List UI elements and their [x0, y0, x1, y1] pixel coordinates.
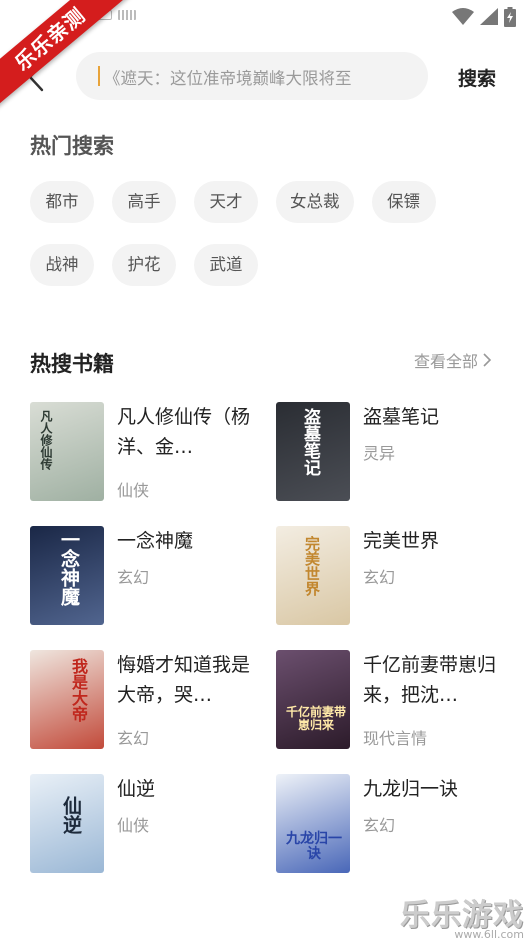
book-item[interactable]: 凡人修仙传 凡人修仙传（杨洋、金… 仙侠: [30, 402, 276, 501]
text-caret: [98, 66, 100, 86]
tag-wudao[interactable]: 武道: [194, 244, 258, 286]
book-cover: 凡人修仙传: [30, 402, 104, 501]
book-item[interactable]: 九龙归一诀 九龙归一诀 玄幻: [276, 774, 510, 873]
book-cover: 仙逆: [30, 774, 104, 873]
book-genre: 仙侠: [117, 481, 150, 500]
book-title: 九龙归一诀: [363, 778, 459, 800]
book-genre: 玄幻: [363, 816, 396, 835]
book-item[interactable]: 盗墓笔记 盗墓笔记灵异: [276, 402, 510, 501]
book-cover: 一念神魔: [30, 526, 104, 625]
book-item[interactable]: 我是大帝 悔婚才知道我是大帝，哭… 玄幻: [30, 650, 276, 749]
tag-tiancai[interactable]: 天才: [194, 181, 258, 223]
book-cover: 千亿前妻带崽归来: [276, 650, 350, 749]
search-header: 《遮天：这位准帝境巅峰大限将至 搜索: [0, 50, 528, 104]
book-item[interactable]: 一念神魔 一念神魔玄幻: [30, 526, 276, 625]
tag-baobiao[interactable]: 保镖: [371, 181, 436, 223]
book-title: 悔婚才知道我是大帝，哭…: [117, 654, 251, 706]
status-indicators: [452, 7, 516, 27]
cover-title: 我是大帝: [69, 658, 88, 722]
cover-title: 一念神魔: [58, 530, 80, 606]
tag-huhua[interactable]: 护花: [112, 244, 176, 286]
cover-title: 仙逆: [60, 796, 82, 834]
book-title: 千亿前妻带崽归来，把沈…: [363, 654, 497, 706]
cover-title: 完美世界: [303, 536, 321, 596]
search-placeholder: 《遮天：这位准帝境巅峰大限将至: [104, 69, 352, 88]
cover-title: 凡人修仙传: [39, 410, 53, 470]
book-cover: 完美世界: [276, 526, 350, 625]
book-genre: 玄幻: [117, 568, 150, 587]
search-input[interactable]: 《遮天：这位准帝境巅峰大限将至: [76, 52, 428, 100]
book-item[interactable]: 千亿前妻带崽归来 千亿前妻带崽归来，把沈… 现代言情: [276, 650, 510, 749]
book-item[interactable]: 完美世界 完美世界玄幻: [276, 526, 510, 625]
book-cover: 我是大帝: [30, 650, 104, 749]
wifi-icon: [452, 8, 474, 25]
hot-search-tags: 都市 高手 天才 女总裁 保镖 战神 护花 武道: [30, 181, 500, 286]
hot-books-title: 热搜书籍: [30, 352, 114, 376]
cover-title: 九龙归一诀: [286, 831, 342, 863]
hot-search-title: 热门搜索: [30, 134, 114, 158]
cover-title: 千亿前妻带崽归来: [285, 705, 346, 733]
cell-signal-icon: [480, 8, 498, 25]
tag-dushi[interactable]: 都市: [30, 181, 94, 223]
cover-title: 盗墓笔记: [300, 408, 320, 476]
book-cover: 盗墓笔记: [276, 402, 350, 501]
book-title: 凡人修仙传（杨洋、金…: [117, 406, 251, 458]
view-all-label: 查看全部: [414, 352, 479, 371]
battery-icon: [504, 7, 516, 27]
book-title: 一念神魔: [117, 530, 194, 552]
view-all-link[interactable]: 查看全部: [414, 348, 492, 372]
book-genre: 现代言情: [363, 729, 428, 748]
keyboard-icon: [118, 10, 136, 20]
chevron-right-icon: [483, 353, 492, 367]
book-title: 完美世界: [363, 530, 440, 552]
book-title: 仙逆: [117, 778, 156, 800]
book-genre: 灵异: [363, 444, 396, 463]
book-item[interactable]: 仙逆 仙逆仙侠: [30, 774, 276, 873]
search-button[interactable]: 搜索: [458, 64, 496, 91]
hot-books-grid: 凡人修仙传 凡人修仙传（杨洋、金… 仙侠 盗墓笔记 盗墓笔记灵异 一念神魔 一念神…: [30, 402, 510, 873]
book-genre: 仙侠: [117, 816, 150, 835]
watermark: 乐乐游戏 www.6ll.com: [400, 890, 524, 940]
book-title: 盗墓笔记: [363, 406, 440, 428]
book-genre: 玄幻: [363, 568, 396, 587]
book-cover: 九龙归一诀: [276, 774, 350, 873]
tag-nvzongcai[interactable]: 女总裁: [276, 181, 354, 223]
tag-zhanshen[interactable]: 战神: [30, 244, 94, 286]
tag-gaoshou[interactable]: 高手: [112, 181, 176, 223]
book-genre: 玄幻: [117, 729, 150, 748]
